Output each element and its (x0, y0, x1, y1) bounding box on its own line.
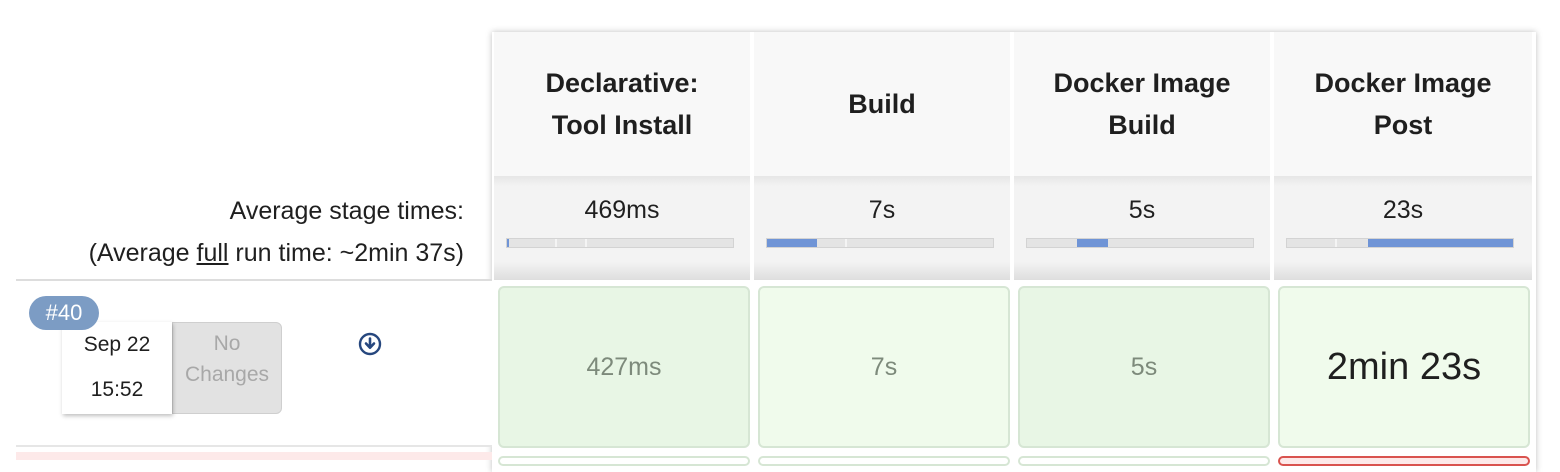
stage-cell-declarative-tool-install[interactable]: 427ms (498, 286, 750, 448)
avg-progress-bar (1026, 238, 1254, 248)
stage-cell-docker-image-post[interactable]: 2min 23s (1278, 286, 1530, 448)
build-time: 15:52 (90, 378, 144, 401)
avg-progress-fill (1368, 239, 1513, 247)
avg-cell-docker-image-build: 5s (1014, 176, 1272, 280)
build-number-badge[interactable]: #40 (29, 296, 99, 330)
avg-cell-build: 7s (754, 176, 1012, 280)
changes-label: Changes (184, 363, 270, 386)
full-run-link[interactable]: full (197, 239, 229, 267)
stage-header-declarative-tool-install[interactable]: Declarative: Tool Install (494, 32, 752, 176)
stage-duration: 7s (870, 352, 898, 381)
avg-progress-fill (767, 239, 817, 247)
bar-tick (845, 239, 847, 247)
avg-progress-bar (766, 238, 994, 248)
stage-duration: 5s (1130, 352, 1158, 381)
avg-progress-bar (506, 238, 734, 248)
stage-header-label: Docker Image (1053, 68, 1231, 98)
avg-cell-declarative: 469ms (494, 176, 752, 280)
avg-progress-fill (507, 239, 510, 247)
stage-cell-build[interactable]: 7s (758, 286, 1010, 448)
avg-time: 5s (1128, 196, 1156, 224)
bar-tick (585, 239, 587, 247)
average-label: Average stage times: (229, 197, 464, 225)
download-artifact-icon[interactable] (358, 332, 382, 356)
stage-cell-docker-image-build[interactable]: 5s (1018, 286, 1270, 448)
next-stage-cell[interactable] (758, 456, 1010, 466)
build-changes-box[interactable]: No Changes (172, 322, 282, 414)
next-stage-cell[interactable] (498, 456, 750, 466)
avg-progress-bar (1286, 238, 1514, 248)
avg-progress-fill (1076, 239, 1109, 247)
average-stage-times-label: Average stage times: (Average full run t… (16, 190, 464, 274)
build-date-box[interactable]: Sep 22 15:52 (62, 322, 172, 414)
stage-header-docker-image-build[interactable]: Docker Image Build (1014, 32, 1272, 176)
stage-header-docker-image-post[interactable]: Docker Image Post (1274, 32, 1532, 176)
bar-tick (555, 239, 557, 247)
avg-cell-docker-image-post: 23s (1274, 176, 1532, 280)
stage-header-label: Build (1108, 110, 1176, 140)
build-date: Sep 22 (83, 333, 151, 356)
stage-duration: 2min 23s (1326, 345, 1482, 388)
next-stage-cell-failed[interactable] (1278, 456, 1530, 466)
stage-header-label: Post (1373, 110, 1433, 140)
avg-time: 469ms (584, 196, 660, 224)
stage-header-label: Tool Install (551, 110, 693, 140)
next-stage-cell[interactable] (1018, 456, 1270, 466)
stage-header-label: Docker Image (1314, 68, 1492, 98)
stage-header-build[interactable]: Build (754, 32, 1012, 176)
stage-duration: 427ms (586, 352, 662, 381)
stage-header-label: Declarative: (545, 68, 699, 98)
avg-time: 23s (1382, 196, 1424, 224)
bar-tick (1335, 239, 1337, 247)
next-build-row (16, 452, 492, 460)
changes-label: No (213, 332, 241, 355)
stage-header-label: Build (848, 89, 916, 119)
run-time-suffix: run time: ~2min 37s) (228, 239, 464, 267)
average-run-time: (Average full run time: ~2min 37s) (16, 232, 464, 274)
run-time-prefix: (Average (88, 239, 197, 267)
avg-time: 7s (868, 196, 896, 224)
